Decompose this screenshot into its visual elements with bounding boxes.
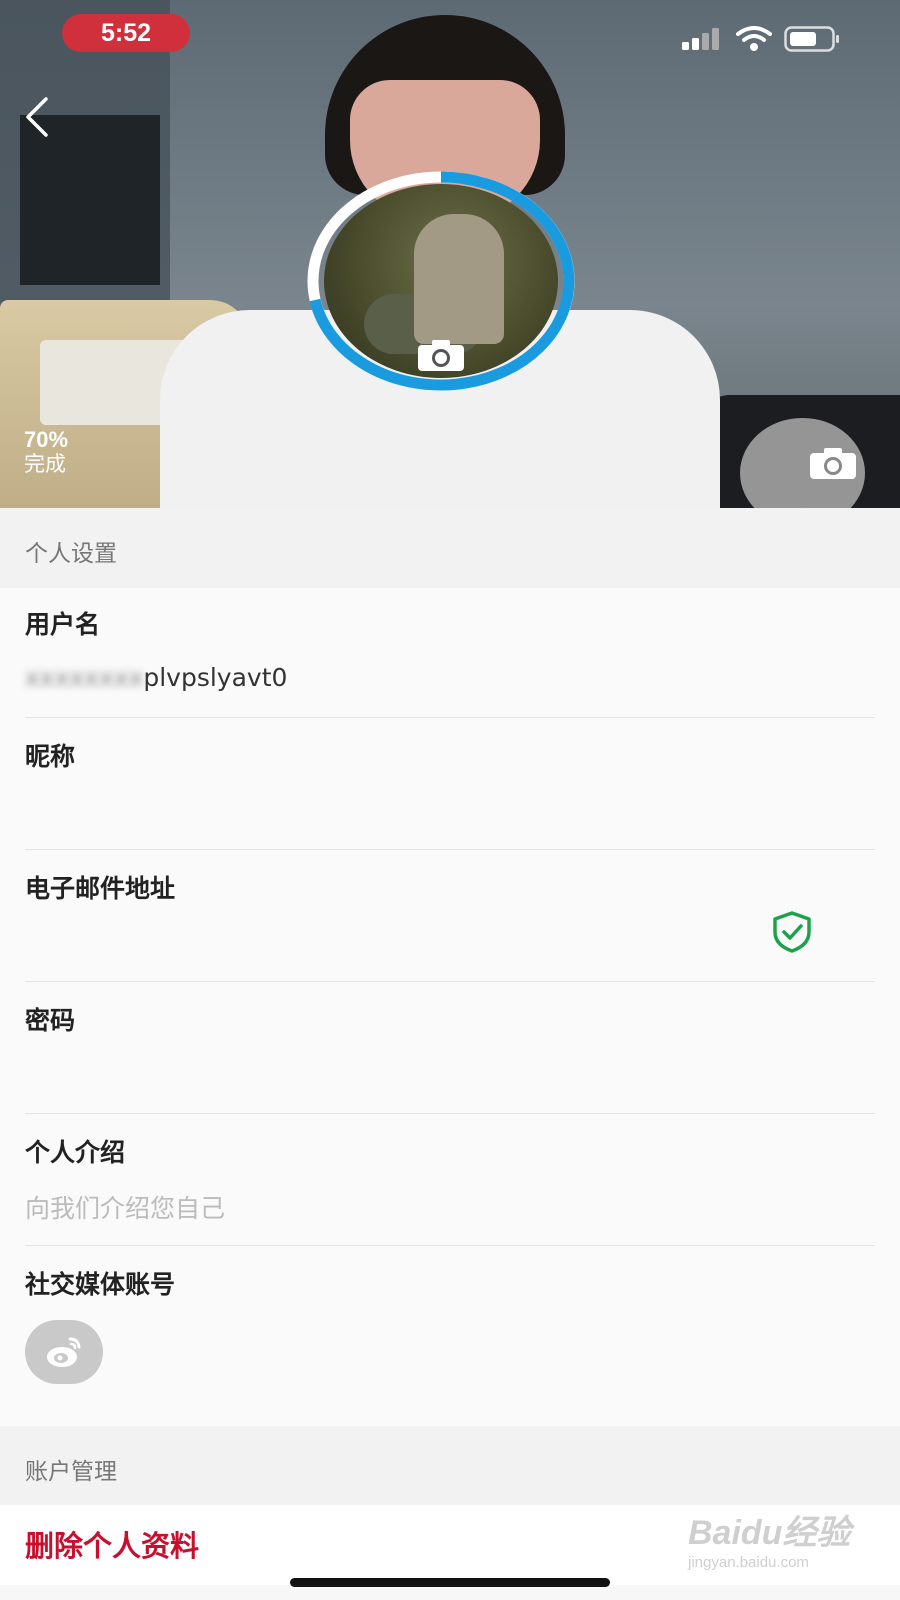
- section-header-personal-settings: 个人设置: [0, 508, 900, 588]
- username-text: plvpslyavt0: [143, 663, 288, 692]
- avatar-button[interactable]: [306, 170, 576, 392]
- delete-profile-label: 删除个人资料: [25, 1529, 200, 1563]
- profile-completion: 70% 完成: [24, 428, 68, 478]
- weibo-link-button[interactable]: [25, 1320, 103, 1384]
- back-button[interactable]: [20, 95, 60, 140]
- password-field[interactable]: 密码: [25, 1001, 875, 1111]
- divider: [25, 981, 875, 982]
- section-header-account-management: 账户管理: [0, 1426, 900, 1505]
- divider: [25, 1245, 875, 1246]
- weibo-icon: [47, 1337, 81, 1367]
- email-label: 电子邮件地址: [25, 874, 176, 903]
- completion-percent: 70%: [24, 427, 69, 452]
- battery-icon: [784, 26, 840, 56]
- bio-placeholder: 向我们介绍您自己: [25, 1194, 226, 1223]
- nickname-label: 昵称: [25, 742, 76, 771]
- status-icons: [682, 26, 840, 56]
- home-indicator[interactable]: [290, 1578, 610, 1587]
- divider: [25, 717, 875, 718]
- password-label: 密码: [25, 1006, 76, 1035]
- username-label: 用户名: [25, 610, 101, 639]
- username-field[interactable]: 用户名 xxxxxxxxplvpslyavt0: [25, 605, 875, 715]
- nickname-field[interactable]: 昵称: [25, 737, 875, 847]
- camera-icon: [416, 338, 466, 376]
- completion-label: 完成: [24, 453, 66, 476]
- email-field[interactable]: 电子邮件地址: [25, 869, 875, 979]
- bio-field[interactable]: 个人介绍 向我们介绍您自己: [25, 1133, 875, 1243]
- verified-shield-icon: [770, 910, 814, 958]
- social-accounts-field: 社交媒体账号: [25, 1265, 875, 1305]
- watermark-url: jingyan.baidu.com: [688, 1554, 809, 1571]
- divider: [25, 849, 875, 850]
- camera-icon: [808, 446, 858, 484]
- divider: [25, 1113, 875, 1114]
- social-label: 社交媒体账号: [25, 1270, 176, 1299]
- username-value: xxxxxxxxplvpslyavt0: [25, 663, 287, 692]
- wifi-icon: [736, 26, 772, 56]
- username-redacted: xxxxxxxx: [25, 663, 144, 692]
- section-title: 个人设置: [25, 541, 117, 567]
- watermark: Baidu经验 jingyan.baidu.com: [688, 1505, 850, 1571]
- watermark-brand: Baidu经验: [688, 1514, 851, 1552]
- section-title: 账户管理: [25, 1459, 117, 1485]
- bio-label: 个人介绍: [25, 1138, 126, 1167]
- signal-icon: [682, 28, 724, 54]
- status-time: 5:52: [62, 14, 190, 52]
- back-chevron-icon: [20, 97, 60, 144]
